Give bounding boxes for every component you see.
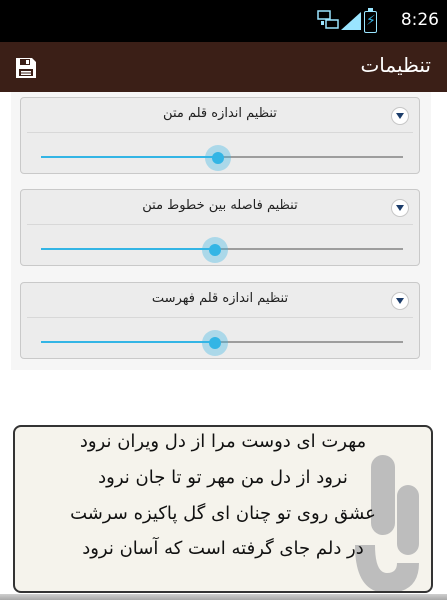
slider-thumb[interactable] bbox=[201, 330, 228, 356]
slider-thumb[interactable] bbox=[201, 237, 228, 263]
slider-fill bbox=[41, 156, 219, 158]
setting-line-spacing: تنظیم فاصله بین خطوط متن bbox=[20, 189, 420, 266]
slider-thumb[interactable] bbox=[205, 145, 232, 171]
settings-panel: تنظیم اندازه قلم متن تنظیم فاصله بین خطو… bbox=[11, 92, 431, 370]
status-bar: ⚡ 8:26 bbox=[0, 0, 447, 42]
divider bbox=[27, 132, 413, 133]
poem-line: عشق روی تو چنان ای گل پاکیزه سرشت bbox=[70, 503, 376, 524]
slider-fill bbox=[41, 248, 215, 250]
divider bbox=[27, 224, 413, 225]
status-time: 8:26 bbox=[400, 10, 439, 30]
line-spacing-slider[interactable] bbox=[41, 237, 403, 263]
page-title: تنظیمات bbox=[360, 53, 431, 77]
list-font-size-slider[interactable] bbox=[41, 330, 403, 356]
save-icon[interactable] bbox=[14, 56, 38, 80]
setting-label: تنظیم فاصله بین خطوط متن bbox=[142, 198, 298, 213]
app-bar: تنظیمات bbox=[0, 42, 447, 92]
battery-charging-icon: ⚡ bbox=[364, 8, 377, 33]
setting-font-size: تنظیم اندازه قلم متن bbox=[20, 97, 420, 174]
poem-line: مهرت ای دوست مرا از دل ویران نرود bbox=[79, 431, 367, 452]
divider bbox=[27, 317, 413, 318]
slider-fill bbox=[41, 341, 215, 343]
setting-label: تنظیم اندازه قلم متن bbox=[163, 106, 277, 121]
bottom-edge bbox=[0, 594, 447, 600]
text-preview: مهرت ای دوست مرا از دل ویران نرود نرود ا… bbox=[13, 425, 433, 593]
poem-line: در دلم جای گرفته است که آسان نرود bbox=[82, 538, 364, 559]
font-size-slider[interactable] bbox=[41, 145, 403, 171]
signal-icon bbox=[341, 12, 361, 30]
setting-label: تنظیم اندازه قلم فهرست bbox=[151, 291, 289, 306]
network-activity-icon bbox=[317, 10, 339, 29]
poem-line: نرود از دل من مهر تو تا جان نرود bbox=[98, 467, 348, 488]
setting-list-font-size: تنظیم اندازه قلم فهرست bbox=[20, 282, 420, 359]
